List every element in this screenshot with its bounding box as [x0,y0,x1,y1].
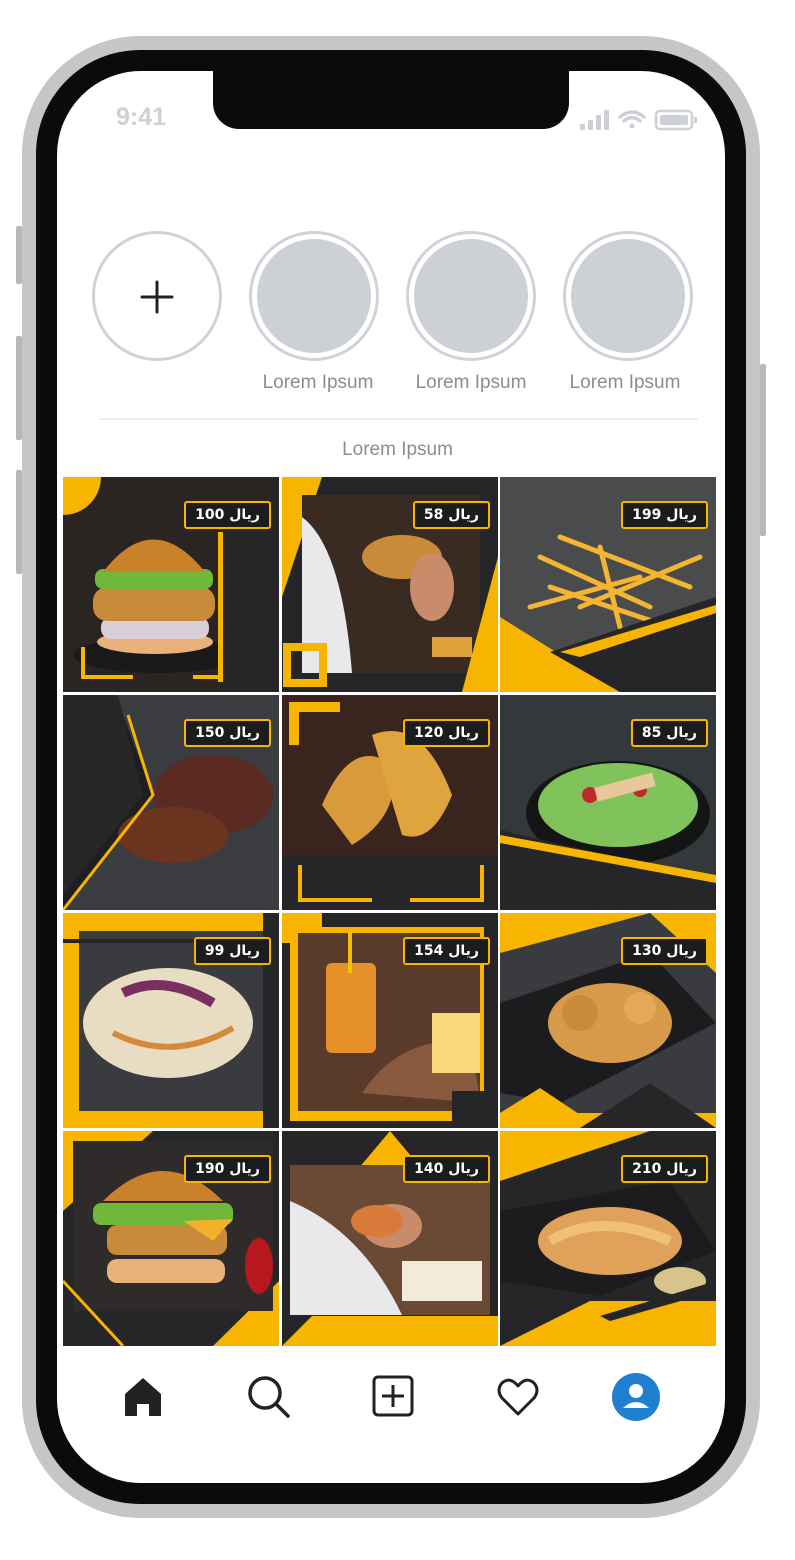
add-post-icon [372,1375,414,1417]
post-tile[interactable]: 100 ريال [63,477,279,692]
story-avatar [257,239,371,353]
post-tile[interactable]: 190 ريال [63,1131,279,1346]
nav-home[interactable] [119,1372,167,1420]
story-item[interactable] [563,231,693,361]
price-tag: 120 ريال [403,719,490,747]
plus-icon [140,280,174,314]
post-grid: 100 ريال 58 ريال 199 ريال 150 ريال 120 ر… [63,477,716,1346]
heart-icon [497,1378,539,1416]
home-icon [125,1378,161,1416]
story-label: Lorem Ipsum [569,372,681,393]
post-tile[interactable]: 210 ريال [500,1131,716,1346]
post-tile[interactable]: 154 ريال [282,913,498,1128]
section-title: Lorem Ipsum [342,439,453,460]
story-label: Lorem Ipsum [415,372,527,393]
phone-notch [213,71,569,129]
post-tile[interactable]: 140 ريال [282,1131,498,1346]
post-tile[interactable]: 58 ريال [282,477,498,692]
profile-icon [612,1373,660,1421]
story-avatar [414,239,528,353]
price-tag: 99 ريال [193,937,271,965]
divider [98,418,698,420]
story-label: Lorem Ipsum [262,372,374,393]
status-icons [578,108,698,132]
post-tile[interactable]: 130 ريال [500,913,716,1128]
price-tag: 199 ريال [621,501,708,529]
wifi-icon [618,110,646,129]
story-item[interactable] [249,231,379,361]
nav-profile[interactable] [611,1372,661,1422]
story-avatar [571,239,685,353]
post-tile[interactable]: 85 ريال [500,695,716,910]
price-tag: 130 ريال [621,937,708,965]
price-tag: 140 ريال [403,1155,490,1183]
post-tile[interactable]: 150 ريال [63,695,279,910]
price-tag: 190 ريال [184,1155,271,1183]
story-item[interactable] [406,231,536,361]
price-tag: 150 ريال [184,719,271,747]
add-story-button[interactable] [92,231,222,361]
nav-search[interactable] [244,1372,292,1420]
price-tag: 210 ريال [621,1155,708,1183]
price-tag: 85 ريال [630,719,708,747]
price-tag: 58 ريال [412,501,490,529]
battery-icon [654,109,697,131]
nav-add-post[interactable] [369,1372,417,1420]
search-icon [248,1376,290,1418]
post-tile[interactable]: 120 ريال [282,695,498,910]
price-tag: 100 ريال [184,501,271,529]
status-time: 9:41 [116,103,167,131]
post-tile[interactable]: 199 ريال [500,477,716,692]
post-tile[interactable]: 99 ريال [63,913,279,1128]
nav-activity[interactable] [494,1372,542,1420]
signal-icon [580,110,609,130]
price-tag: 154 ريال [403,937,490,965]
